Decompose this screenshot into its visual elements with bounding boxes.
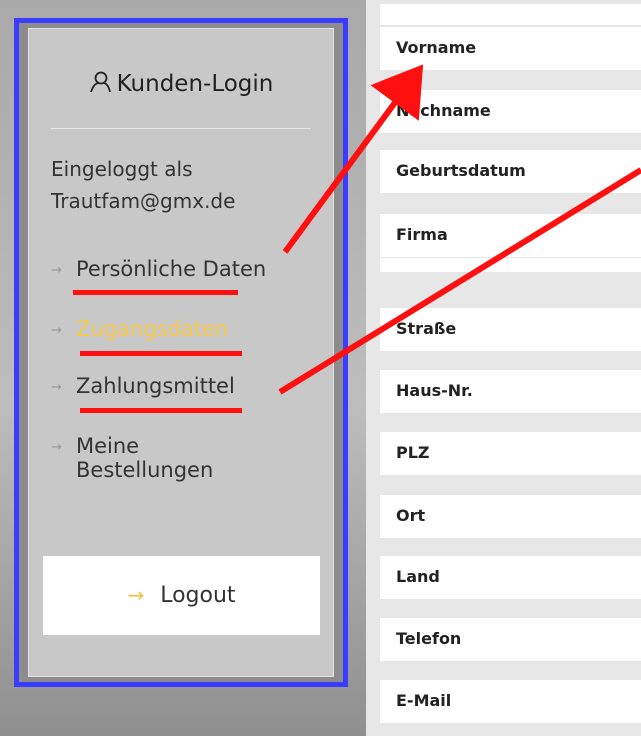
form-field-ort[interactable]: Ort: [380, 495, 641, 538]
field-label: Straße: [396, 319, 457, 338]
field-label: E-Mail: [396, 691, 452, 710]
field-label: Vorname: [396, 38, 477, 57]
logged-in-label: Eingeloggt als: [51, 157, 193, 181]
arrow-right-icon: →: [51, 380, 62, 395]
nav-item-label: Zugangsdaten: [76, 317, 229, 341]
nav-item-label: Meine Bestellungen: [76, 434, 214, 482]
form-field-firma[interactable]: Firma: [380, 214, 641, 257]
field-label: Firma: [396, 225, 448, 244]
field-label: Land: [396, 567, 440, 586]
field-label: Nachname: [396, 101, 491, 120]
annotation-underline: [73, 290, 238, 295]
user-icon: [89, 71, 111, 93]
logout-label: Logout: [160, 583, 236, 608]
form-field-geburtsdatum[interactable]: Geburtsdatum: [380, 150, 641, 193]
form-field-telefon[interactable]: Telefon: [380, 618, 641, 661]
login-title: Kunden-Login: [29, 71, 333, 97]
arrow-right-icon: →: [127, 583, 145, 607]
arrow-right-icon: →: [51, 323, 62, 338]
logout-button[interactable]: → Logout: [43, 556, 320, 635]
field-label: Ort: [396, 506, 426, 525]
form-field-plz[interactable]: PLZ: [380, 432, 641, 475]
form-spacer-row: [380, 258, 641, 272]
personal-data-form: Vorname Nachname Geburtsdatum Firma Stra…: [366, 0, 641, 736]
annotation-underline: [80, 408, 242, 413]
arrow-right-icon: →: [51, 263, 62, 278]
field-label: Haus-Nr.: [396, 381, 473, 400]
arrow-right-icon: →: [51, 440, 62, 455]
divider: [51, 128, 311, 129]
form-field-land[interactable]: Land: [380, 556, 641, 599]
form-field-email[interactable]: E-Mail: [380, 680, 641, 723]
form-field-strasse[interactable]: Straße: [380, 308, 641, 351]
logged-in-email: Trautfam@gmx.de: [51, 189, 236, 213]
nav-item-label: Persönliche Daten: [76, 257, 267, 281]
form-top-row: [380, 4, 641, 25]
field-label: PLZ: [396, 443, 430, 462]
field-label: Telefon: [396, 629, 462, 648]
login-title-text: Kunden-Login: [116, 71, 274, 97]
field-label: Geburtsdatum: [396, 161, 526, 180]
nav-item-label: Zahlungsmittel: [76, 374, 235, 398]
annotation-underline: [80, 351, 242, 356]
form-field-haus-nr[interactable]: Haus-Nr.: [380, 370, 641, 413]
form-field-nachname[interactable]: Nachname: [380, 90, 641, 133]
form-field-vorname[interactable]: Vorname: [380, 27, 641, 70]
